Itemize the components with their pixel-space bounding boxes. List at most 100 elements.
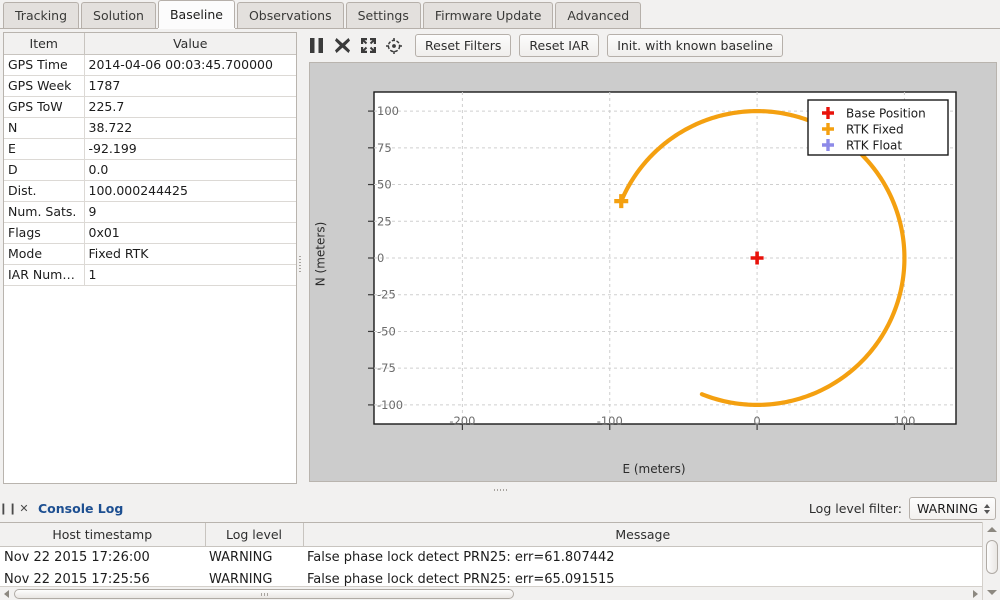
svg-text:25: 25 — [377, 214, 392, 228]
fullscreen-icon[interactable] — [355, 34, 381, 58]
init-known-baseline-button[interactable]: Init. with known baseline — [607, 34, 783, 57]
plot-svg: -200-1000100-100-75-50-250255075100Base … — [332, 72, 972, 454]
scroll-down-icon[interactable] — [987, 590, 997, 595]
table-cell-value: 1 — [84, 264, 296, 285]
y-axis-label: N (meters) — [312, 63, 328, 445]
center-target-icon[interactable] — [381, 34, 407, 58]
hscroll-thumb[interactable] — [14, 589, 514, 599]
log-level-filter-select[interactable]: WARNING — [909, 497, 996, 520]
table-cell-item: GPS ToW — [4, 96, 84, 117]
log-row[interactable]: Nov 22 2015 17:26:00WARNINGFalse phase l… — [0, 546, 982, 568]
table-cell-value: 0.0 — [84, 159, 296, 180]
log-level-filter: Log level filter: WARNING — [809, 497, 996, 520]
console-horizontal-scrollbar[interactable] — [0, 586, 982, 600]
svg-text:0: 0 — [377, 251, 384, 265]
table-cell-value: Fixed RTK — [84, 243, 296, 264]
table-cell-value: 225.7 — [84, 96, 296, 117]
clear-icon[interactable] — [329, 34, 355, 58]
table-cell-item: Dist. — [4, 180, 84, 201]
horizontal-splitter[interactable] — [0, 487, 1000, 494]
splitter-grip-horizontal — [494, 489, 508, 491]
table-cell-item: N — [4, 117, 84, 138]
log-cell-message: False phase lock detect PRN25: err=61.80… — [303, 546, 982, 568]
tab-advanced[interactable]: Advanced — [555, 2, 641, 28]
tab-firmware-update[interactable]: Firmware Update — [423, 2, 554, 28]
svg-text:0: 0 — [753, 414, 760, 428]
scroll-up-icon[interactable] — [987, 527, 997, 532]
reset-filters-button[interactable]: Reset Filters — [415, 34, 511, 57]
y-axis-label-text: N (meters) — [313, 222, 327, 287]
baseline-panel: Item Value GPS Time2014-04-06 00:03:45.7… — [0, 29, 1000, 487]
tab-tracking[interactable]: Tracking — [3, 2, 79, 28]
table-row[interactable]: E-92.199 — [4, 138, 296, 159]
column-header-value[interactable]: Value — [84, 33, 296, 54]
console-log-table: Host timestamp Log level Message Nov 22 … — [0, 522, 1000, 600]
table-row[interactable]: Dist.100.000244425 — [4, 180, 296, 201]
console-pause-icon[interactable]: ❙❙ — [0, 498, 16, 518]
svg-text:50: 50 — [377, 178, 392, 192]
plot-toolbar: Reset Filters Reset IAR Init. with known… — [303, 32, 997, 59]
table-row[interactable]: ModeFixed RTK — [4, 243, 296, 264]
table-cell-value: -92.199 — [84, 138, 296, 159]
baseline-chart[interactable]: N (meters) E (meters) -200-1000100-100-7… — [309, 62, 997, 482]
table-cell-item: E — [4, 138, 84, 159]
table-cell-value: 9 — [84, 201, 296, 222]
vscroll-thumb[interactable] — [986, 540, 998, 574]
x-axis-label: E (meters) — [310, 459, 998, 479]
plot-area: -200-1000100-100-75-50-250255075100Base … — [332, 72, 972, 454]
table-row[interactable]: N38.722 — [4, 117, 296, 138]
log-level-filter-value: WARNING — [917, 501, 978, 516]
log-cell-timestamp: Nov 22 2015 17:26:00 — [0, 546, 205, 568]
application-window: Tracking Solution Baseline Observations … — [0, 0, 1000, 600]
table-row[interactable]: GPS ToW225.7 — [4, 96, 296, 117]
column-header-host-timestamp[interactable]: Host timestamp — [0, 523, 205, 546]
table-row[interactable]: Num. Sats.9 — [4, 201, 296, 222]
log-level-filter-label: Log level filter: — [809, 501, 902, 516]
spinner-up-icon[interactable] — [984, 504, 990, 508]
tab-observations[interactable]: Observations — [237, 2, 344, 28]
scroll-left-icon[interactable] — [4, 590, 9, 598]
console-log-title: Console Log — [38, 501, 123, 516]
table-cell-value: 0x01 — [84, 222, 296, 243]
table-row[interactable]: IAR Num…1 — [4, 264, 296, 285]
table-cell-value: 38.722 — [84, 117, 296, 138]
console-close-icon[interactable]: ✕ — [16, 498, 32, 518]
reset-iar-button[interactable]: Reset IAR — [519, 34, 599, 57]
table-cell-item: IAR Num… — [4, 264, 84, 285]
svg-text:-75: -75 — [377, 361, 396, 375]
table-cell-item: Flags — [4, 222, 84, 243]
pause-icon[interactable] — [303, 34, 329, 58]
baseline-plot-panel: Reset Filters Reset IAR Init. with known… — [303, 29, 997, 487]
svg-text:100: 100 — [893, 414, 915, 428]
svg-text:100: 100 — [377, 104, 399, 118]
console-log-header: ❙❙ ✕ Console Log Log level filter: WARNI… — [0, 494, 1000, 522]
splitter-grip — [299, 256, 301, 272]
scroll-right-icon[interactable] — [973, 590, 978, 598]
main-tab-bar: Tracking Solution Baseline Observations … — [0, 0, 1000, 29]
table-row[interactable]: GPS Week1787 — [4, 75, 296, 96]
legend-label: Base Position — [846, 107, 926, 121]
column-header-log-level[interactable]: Log level — [205, 523, 303, 546]
svg-text:-25: -25 — [377, 288, 396, 302]
svg-text:-50: -50 — [377, 324, 396, 338]
tab-solution[interactable]: Solution — [81, 2, 156, 28]
column-header-item[interactable]: Item — [4, 33, 84, 54]
spinner-arrows[interactable] — [984, 504, 993, 514]
legend-label: RTK Fixed — [846, 123, 904, 137]
table-cell-value: 1787 — [84, 75, 296, 96]
table-cell-value: 2014-04-06 00:03:45.700000 — [84, 54, 296, 75]
console-log-panel: ❙❙ ✕ Console Log Log level filter: WARNI… — [0, 494, 1000, 600]
console-vertical-scrollbar[interactable] — [982, 522, 1000, 600]
spinner-down-icon[interactable] — [984, 510, 990, 514]
log-header-row: Host timestamp Log level Message — [0, 523, 982, 546]
table-header-row: Item Value — [4, 33, 296, 54]
table-row[interactable]: GPS Time2014-04-06 00:03:45.700000 — [4, 54, 296, 75]
svg-text:75: 75 — [377, 141, 392, 155]
table-row[interactable]: Flags0x01 — [4, 222, 296, 243]
tab-settings[interactable]: Settings — [346, 2, 421, 28]
table-cell-item: Mode — [4, 243, 84, 264]
tab-baseline[interactable]: Baseline — [158, 0, 235, 28]
table-row[interactable]: D0.0 — [4, 159, 296, 180]
column-header-message[interactable]: Message — [303, 523, 982, 546]
table-cell-item: Num. Sats. — [4, 201, 84, 222]
